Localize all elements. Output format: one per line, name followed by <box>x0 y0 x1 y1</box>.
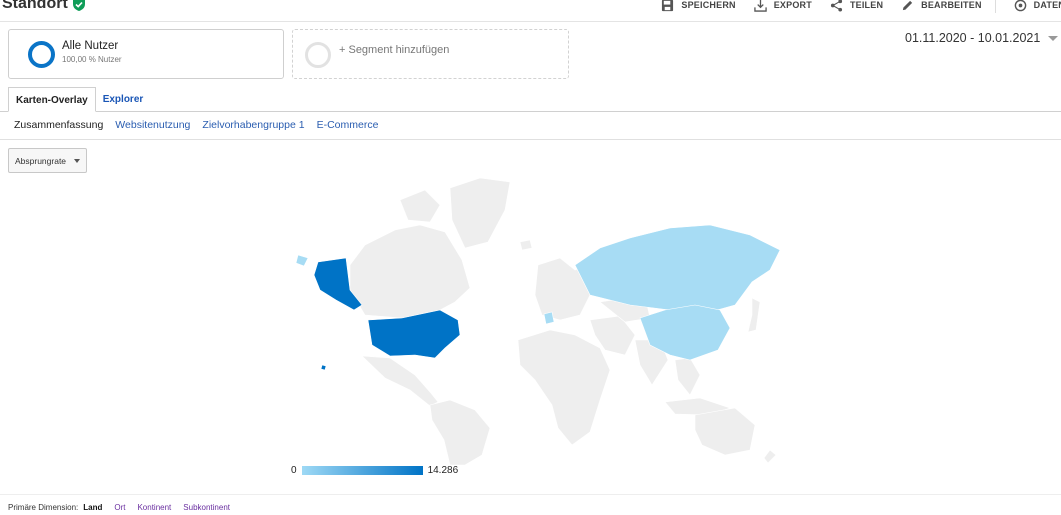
subtab-ecommerce[interactable]: E-Commerce <box>317 119 379 131</box>
empty-segment-ring-icon <box>305 42 331 68</box>
map-region-iceland[interactable] <box>519 239 533 251</box>
pencil-icon <box>902 0 913 10</box>
data-icon <box>1014 0 1026 11</box>
subtab-websitenutzung[interactable]: Websitenutzung <box>115 119 190 131</box>
add-segment-label: + Segment hinzufügen <box>339 44 450 56</box>
map-region-africa[interactable] <box>517 329 611 446</box>
segment-name: Alle Nutzer <box>62 40 119 52</box>
export-button[interactable]: EXPORT <box>753 0 812 12</box>
share-button[interactable]: TEILEN <box>830 0 883 12</box>
toolbar-divider <box>994 0 996 13</box>
save-button[interactable]: SPEICHERN <box>661 0 736 12</box>
segment-percentage: 100,00 % Nutzer <box>62 55 122 64</box>
map-region-south-america[interactable] <box>429 399 491 465</box>
report-footer: Primäre Dimension: Land Ort Kontinent Su… <box>0 494 1061 515</box>
export-icon <box>753 0 767 12</box>
chevron-down-icon <box>74 158 81 163</box>
metric-group-tabs: Zusammenfassung Websitenutzung Zielvorha… <box>14 119 378 131</box>
report-header: Standort SPEICHERN EXPORT TEILEN BEARBEI… <box>0 0 1061 22</box>
segment-ring-icon <box>28 41 55 68</box>
dimension-subkontinent[interactable]: Subkontinent <box>183 503 230 512</box>
map-region-arctic-islands[interactable] <box>399 189 441 223</box>
map-region-new-zealand[interactable] <box>763 449 777 464</box>
map-region-japan[interactable] <box>747 297 761 333</box>
map-region-germany[interactable] <box>543 311 555 325</box>
save-icon <box>662 0 674 11</box>
legend-gradient <box>301 466 423 475</box>
map-region-usa[interactable] <box>367 309 461 359</box>
chevron-down-icon <box>1048 35 1059 41</box>
primary-dimension-label: Primäre Dimension: <box>8 503 79 512</box>
map-region-mexico-central-america[interactable] <box>361 355 439 407</box>
map-region-australia[interactable] <box>694 407 756 456</box>
tab-explorer[interactable]: Explorer <box>96 87 151 112</box>
subtab-divider <box>0 139 1061 140</box>
subtab-zielvorhabengruppe[interactable]: Zielvorhabengruppe 1 <box>202 119 304 131</box>
dimension-kontinent[interactable]: Kontinent <box>137 503 171 512</box>
share-icon <box>830 0 843 12</box>
add-segment-button[interactable]: + Segment hinzufügen <box>292 29 569 79</box>
legend-max: 14.286 <box>427 465 459 476</box>
tab-karten-overlay[interactable]: Karten-Overlay <box>8 87 96 112</box>
metric-dropdown[interactable]: Absprungrate <box>8 148 87 173</box>
map-legend: 0 14.286 <box>291 465 458 476</box>
date-range-picker[interactable]: 01.11.2020 - 10.01.2021 <box>905 31 1059 45</box>
legend-min: 0 <box>291 465 297 476</box>
dimension-land[interactable]: Land <box>83 503 102 512</box>
view-tabs: Karten-Overlay Explorer <box>8 87 150 112</box>
edit-button[interactable]: BEARBEITEN <box>901 0 982 12</box>
data-button[interactable]: DATEN <box>1014 0 1061 12</box>
segment-all-users[interactable]: Alle Nutzer 100,00 % Nutzer <box>8 29 284 79</box>
page-title: Standort <box>2 0 85 13</box>
map-region-russia[interactable] <box>574 224 781 313</box>
tab-divider <box>0 111 1061 112</box>
map-region-aleutian-west[interactable] <box>295 254 309 267</box>
map-region-canada[interactable] <box>349 224 471 319</box>
primary-dimension: Primäre Dimension: Land Ort Kontinent Su… <box>8 503 230 512</box>
verified-shield-icon <box>72 0 85 11</box>
map-region-southeast-asia[interactable] <box>674 357 701 396</box>
world-map[interactable] <box>290 170 790 465</box>
map-region-greenland[interactable] <box>449 177 511 249</box>
map-region-hawaii[interactable] <box>320 364 327 371</box>
report-actions: SPEICHERN EXPORT TEILEN BEARBEITEN DATEN <box>643 0 1061 13</box>
subtab-zusammenfassung[interactable]: Zusammenfassung <box>14 119 103 131</box>
dimension-ort[interactable]: Ort <box>114 503 125 512</box>
